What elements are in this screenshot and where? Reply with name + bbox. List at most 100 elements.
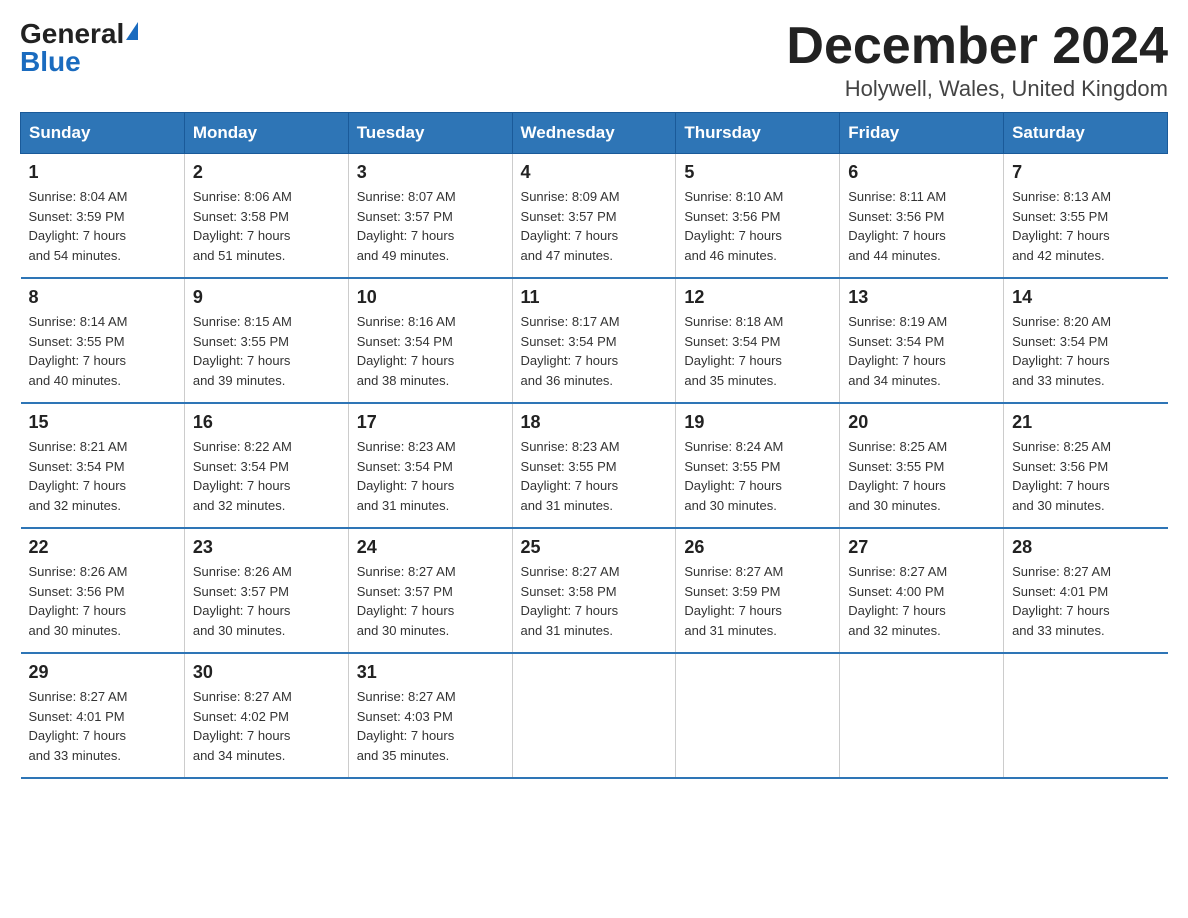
week-row-1: 1 Sunrise: 8:04 AM Sunset: 3:59 PM Dayli… bbox=[21, 154, 1168, 279]
day-number: 3 bbox=[357, 162, 504, 183]
day-cell: 5 Sunrise: 8:10 AM Sunset: 3:56 PM Dayli… bbox=[676, 154, 840, 279]
day-number: 22 bbox=[29, 537, 176, 558]
day-number: 19 bbox=[684, 412, 831, 433]
day-cell: 1 Sunrise: 8:04 AM Sunset: 3:59 PM Dayli… bbox=[21, 154, 185, 279]
day-number: 23 bbox=[193, 537, 340, 558]
day-number: 10 bbox=[357, 287, 504, 308]
weekday-header-tuesday: Tuesday bbox=[348, 113, 512, 154]
day-info: Sunrise: 8:09 AM Sunset: 3:57 PM Dayligh… bbox=[521, 187, 668, 265]
day-number: 27 bbox=[848, 537, 995, 558]
day-cell: 14 Sunrise: 8:20 AM Sunset: 3:54 PM Dayl… bbox=[1004, 278, 1168, 403]
day-cell: 22 Sunrise: 8:26 AM Sunset: 3:56 PM Dayl… bbox=[21, 528, 185, 653]
day-info: Sunrise: 8:17 AM Sunset: 3:54 PM Dayligh… bbox=[521, 312, 668, 390]
day-info: Sunrise: 8:25 AM Sunset: 3:55 PM Dayligh… bbox=[848, 437, 995, 515]
day-number: 5 bbox=[684, 162, 831, 183]
day-cell bbox=[1004, 653, 1168, 778]
week-row-5: 29 Sunrise: 8:27 AM Sunset: 4:01 PM Dayl… bbox=[21, 653, 1168, 778]
day-number: 7 bbox=[1012, 162, 1159, 183]
day-cell: 4 Sunrise: 8:09 AM Sunset: 3:57 PM Dayli… bbox=[512, 154, 676, 279]
day-info: Sunrise: 8:18 AM Sunset: 3:54 PM Dayligh… bbox=[684, 312, 831, 390]
day-number: 2 bbox=[193, 162, 340, 183]
day-cell: 8 Sunrise: 8:14 AM Sunset: 3:55 PM Dayli… bbox=[21, 278, 185, 403]
day-info: Sunrise: 8:26 AM Sunset: 3:56 PM Dayligh… bbox=[29, 562, 176, 640]
day-cell: 11 Sunrise: 8:17 AM Sunset: 3:54 PM Dayl… bbox=[512, 278, 676, 403]
day-info: Sunrise: 8:27 AM Sunset: 3:57 PM Dayligh… bbox=[357, 562, 504, 640]
day-number: 30 bbox=[193, 662, 340, 683]
day-number: 26 bbox=[684, 537, 831, 558]
day-number: 16 bbox=[193, 412, 340, 433]
day-info: Sunrise: 8:06 AM Sunset: 3:58 PM Dayligh… bbox=[193, 187, 340, 265]
day-number: 17 bbox=[357, 412, 504, 433]
day-info: Sunrise: 8:26 AM Sunset: 3:57 PM Dayligh… bbox=[193, 562, 340, 640]
day-cell: 17 Sunrise: 8:23 AM Sunset: 3:54 PM Dayl… bbox=[348, 403, 512, 528]
day-cell: 29 Sunrise: 8:27 AM Sunset: 4:01 PM Dayl… bbox=[21, 653, 185, 778]
day-cell: 18 Sunrise: 8:23 AM Sunset: 3:55 PM Dayl… bbox=[512, 403, 676, 528]
day-info: Sunrise: 8:22 AM Sunset: 3:54 PM Dayligh… bbox=[193, 437, 340, 515]
weekday-header-sunday: Sunday bbox=[21, 113, 185, 154]
day-info: Sunrise: 8:20 AM Sunset: 3:54 PM Dayligh… bbox=[1012, 312, 1159, 390]
day-info: Sunrise: 8:27 AM Sunset: 3:58 PM Dayligh… bbox=[521, 562, 668, 640]
day-info: Sunrise: 8:23 AM Sunset: 3:54 PM Dayligh… bbox=[357, 437, 504, 515]
day-number: 13 bbox=[848, 287, 995, 308]
day-cell: 7 Sunrise: 8:13 AM Sunset: 3:55 PM Dayli… bbox=[1004, 154, 1168, 279]
page-header: General Blue December 2024 Holywell, Wal… bbox=[20, 20, 1168, 102]
day-number: 31 bbox=[357, 662, 504, 683]
day-info: Sunrise: 8:04 AM Sunset: 3:59 PM Dayligh… bbox=[29, 187, 176, 265]
day-cell: 12 Sunrise: 8:18 AM Sunset: 3:54 PM Dayl… bbox=[676, 278, 840, 403]
day-cell: 31 Sunrise: 8:27 AM Sunset: 4:03 PM Dayl… bbox=[348, 653, 512, 778]
day-cell: 21 Sunrise: 8:25 AM Sunset: 3:56 PM Dayl… bbox=[1004, 403, 1168, 528]
day-cell: 3 Sunrise: 8:07 AM Sunset: 3:57 PM Dayli… bbox=[348, 154, 512, 279]
day-info: Sunrise: 8:23 AM Sunset: 3:55 PM Dayligh… bbox=[521, 437, 668, 515]
day-cell: 16 Sunrise: 8:22 AM Sunset: 3:54 PM Dayl… bbox=[184, 403, 348, 528]
day-info: Sunrise: 8:10 AM Sunset: 3:56 PM Dayligh… bbox=[684, 187, 831, 265]
day-cell bbox=[512, 653, 676, 778]
day-number: 29 bbox=[29, 662, 176, 683]
day-info: Sunrise: 8:27 AM Sunset: 4:01 PM Dayligh… bbox=[1012, 562, 1159, 640]
day-info: Sunrise: 8:27 AM Sunset: 4:02 PM Dayligh… bbox=[193, 687, 340, 765]
day-info: Sunrise: 8:25 AM Sunset: 3:56 PM Dayligh… bbox=[1012, 437, 1159, 515]
weekday-header-wednesday: Wednesday bbox=[512, 113, 676, 154]
day-number: 8 bbox=[29, 287, 176, 308]
calendar-table: SundayMondayTuesdayWednesdayThursdayFrid… bbox=[20, 112, 1168, 779]
day-number: 14 bbox=[1012, 287, 1159, 308]
day-info: Sunrise: 8:15 AM Sunset: 3:55 PM Dayligh… bbox=[193, 312, 340, 390]
day-cell bbox=[676, 653, 840, 778]
day-number: 12 bbox=[684, 287, 831, 308]
day-info: Sunrise: 8:13 AM Sunset: 3:55 PM Dayligh… bbox=[1012, 187, 1159, 265]
day-cell: 26 Sunrise: 8:27 AM Sunset: 3:59 PM Dayl… bbox=[676, 528, 840, 653]
day-cell: 25 Sunrise: 8:27 AM Sunset: 3:58 PM Dayl… bbox=[512, 528, 676, 653]
location-title: Holywell, Wales, United Kingdom bbox=[786, 76, 1168, 102]
title-block: December 2024 Holywell, Wales, United Ki… bbox=[786, 20, 1168, 102]
weekday-header-saturday: Saturday bbox=[1004, 113, 1168, 154]
day-cell: 6 Sunrise: 8:11 AM Sunset: 3:56 PM Dayli… bbox=[840, 154, 1004, 279]
day-cell: 10 Sunrise: 8:16 AM Sunset: 3:54 PM Dayl… bbox=[348, 278, 512, 403]
day-info: Sunrise: 8:27 AM Sunset: 4:03 PM Dayligh… bbox=[357, 687, 504, 765]
day-number: 18 bbox=[521, 412, 668, 433]
day-number: 11 bbox=[521, 287, 668, 308]
day-number: 15 bbox=[29, 412, 176, 433]
week-row-4: 22 Sunrise: 8:26 AM Sunset: 3:56 PM Dayl… bbox=[21, 528, 1168, 653]
day-info: Sunrise: 8:16 AM Sunset: 3:54 PM Dayligh… bbox=[357, 312, 504, 390]
day-info: Sunrise: 8:27 AM Sunset: 4:00 PM Dayligh… bbox=[848, 562, 995, 640]
day-number: 21 bbox=[1012, 412, 1159, 433]
day-cell: 2 Sunrise: 8:06 AM Sunset: 3:58 PM Dayli… bbox=[184, 154, 348, 279]
day-cell: 19 Sunrise: 8:24 AM Sunset: 3:55 PM Dayl… bbox=[676, 403, 840, 528]
day-number: 6 bbox=[848, 162, 995, 183]
week-row-3: 15 Sunrise: 8:21 AM Sunset: 3:54 PM Dayl… bbox=[21, 403, 1168, 528]
day-number: 9 bbox=[193, 287, 340, 308]
weekday-header-thursday: Thursday bbox=[676, 113, 840, 154]
day-cell: 23 Sunrise: 8:26 AM Sunset: 3:57 PM Dayl… bbox=[184, 528, 348, 653]
day-number: 25 bbox=[521, 537, 668, 558]
day-cell: 13 Sunrise: 8:19 AM Sunset: 3:54 PM Dayl… bbox=[840, 278, 1004, 403]
day-number: 1 bbox=[29, 162, 176, 183]
logo-general: General bbox=[20, 20, 124, 48]
day-cell: 28 Sunrise: 8:27 AM Sunset: 4:01 PM Dayl… bbox=[1004, 528, 1168, 653]
logo: General Blue bbox=[20, 20, 138, 76]
day-cell: 20 Sunrise: 8:25 AM Sunset: 3:55 PM Dayl… bbox=[840, 403, 1004, 528]
weekday-header-monday: Monday bbox=[184, 113, 348, 154]
day-info: Sunrise: 8:27 AM Sunset: 4:01 PM Dayligh… bbox=[29, 687, 176, 765]
day-cell: 9 Sunrise: 8:15 AM Sunset: 3:55 PM Dayli… bbox=[184, 278, 348, 403]
month-title: December 2024 bbox=[786, 20, 1168, 72]
day-info: Sunrise: 8:27 AM Sunset: 3:59 PM Dayligh… bbox=[684, 562, 831, 640]
day-info: Sunrise: 8:14 AM Sunset: 3:55 PM Dayligh… bbox=[29, 312, 176, 390]
